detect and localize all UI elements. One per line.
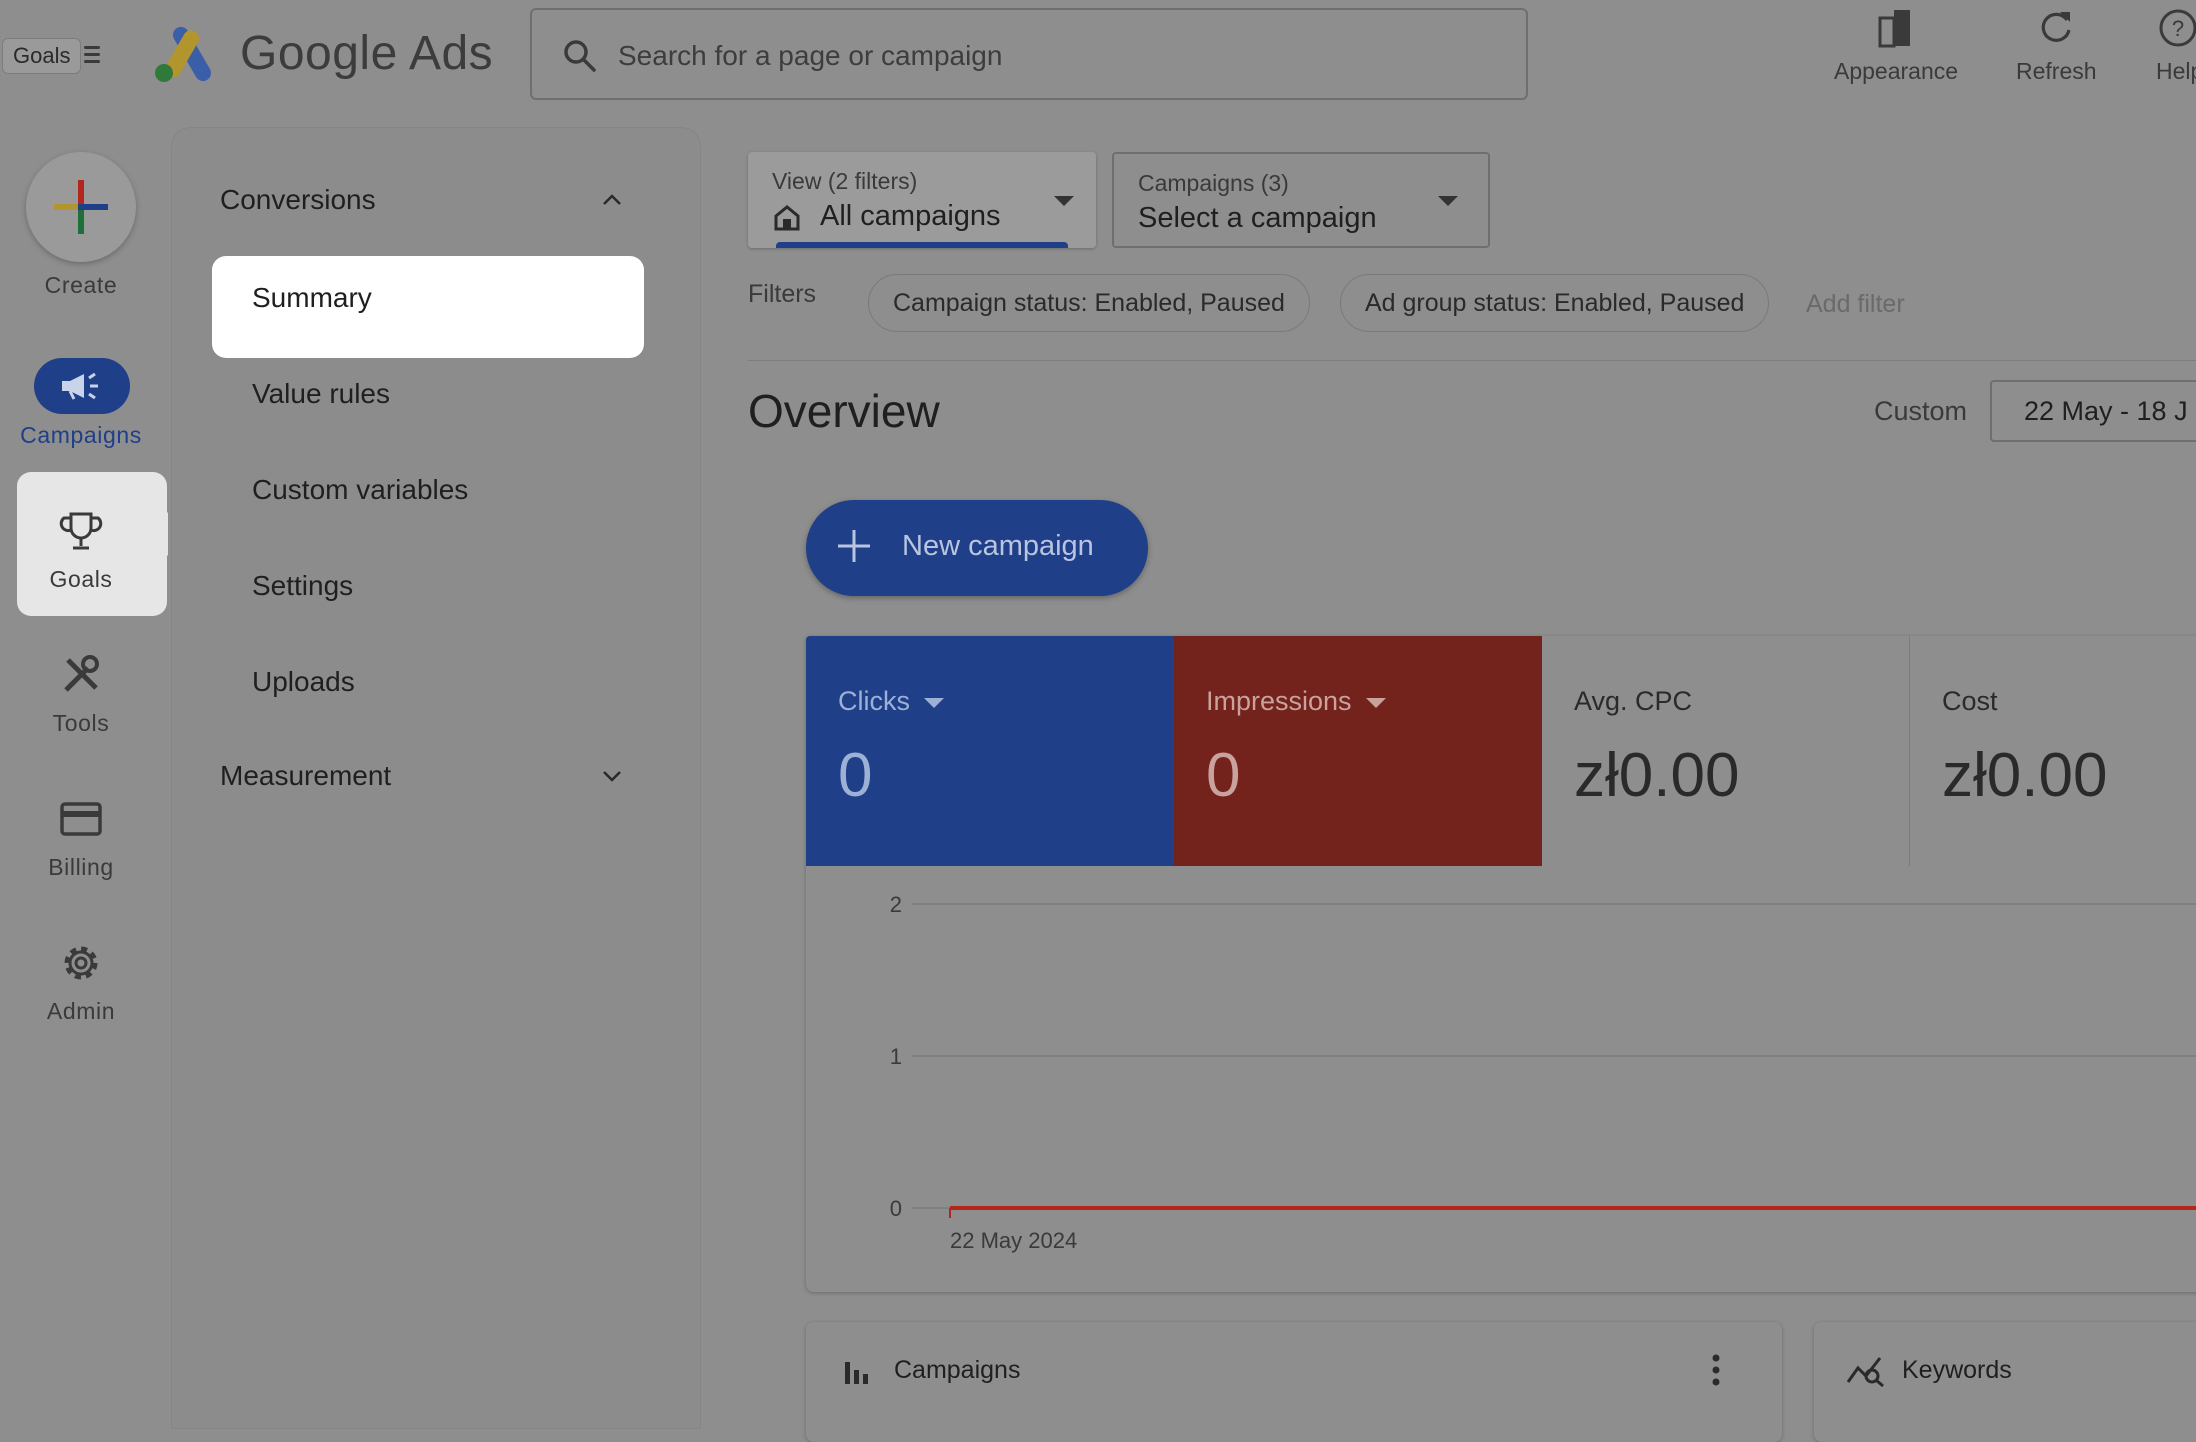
- metric-impressions[interactable]: Impressions 0: [1174, 636, 1542, 866]
- divider: [748, 360, 2196, 361]
- view-filter-value: All campaigns: [820, 200, 1001, 232]
- search-box[interactable]: [530, 8, 1528, 100]
- metric-value: zł0.00: [1942, 741, 2108, 810]
- billing-icon: [60, 802, 102, 836]
- chevron-down-icon[interactable]: [600, 764, 624, 788]
- brand-name: Google Ads: [240, 27, 494, 80]
- metric-label: Impressions: [1206, 686, 1386, 717]
- help-icon: ?: [2159, 9, 2196, 47]
- more-vert-icon[interactable]: [1706, 1352, 1726, 1392]
- nav-item-value-rules[interactable]: Value rules: [252, 378, 390, 410]
- nav-item-settings[interactable]: Settings: [252, 570, 353, 602]
- help-label: Help: [2156, 58, 2196, 84]
- appearance-icon: [1878, 10, 1911, 48]
- active-indicator: [146, 512, 168, 556]
- help-button[interactable]: ? Help: [2156, 6, 2196, 85]
- new-campaign-button[interactable]: New campaign: [806, 500, 1148, 596]
- nav-item-summary[interactable]: Summary: [252, 282, 372, 314]
- campaigns-nav-button[interactable]: [34, 358, 130, 414]
- campaigns-label: Campaigns: [20, 422, 142, 448]
- admin-label[interactable]: Admin: [6, 998, 156, 1025]
- dropdown-arrow-icon: [1054, 196, 1074, 206]
- filter-chip-ad-group-status[interactable]: Ad group status: Enabled, Paused: [1340, 274, 1770, 332]
- conversions-header[interactable]: Conversions: [220, 184, 376, 216]
- refresh-button[interactable]: Refresh: [2016, 6, 2097, 85]
- y-tick-label: 2: [890, 892, 902, 917]
- refresh-label: Refresh: [2016, 58, 2097, 84]
- tooltip: Goals: [2, 38, 82, 74]
- date-range-type: Custom: [1874, 396, 1968, 426]
- metric-label: Cost: [1942, 686, 1998, 716]
- performance-chart: 2 1 0 22 May 2024: [890, 892, 2196, 1253]
- metric-label: Avg. CPC: [1574, 686, 1693, 716]
- tools-icon: [64, 655, 99, 692]
- metric-label: Clicks: [838, 686, 944, 717]
- y-tick-label: 0: [890, 1196, 902, 1221]
- measurement-header[interactable]: Measurement: [220, 760, 391, 792]
- new-campaign-label: New campaign: [902, 530, 1094, 562]
- keyword-search-icon: [1846, 1357, 1884, 1388]
- campaigns-card-title: Campaigns: [894, 1356, 1021, 1384]
- plus-icon: [838, 530, 870, 562]
- nav-item-custom-variables[interactable]: Custom variables: [252, 474, 468, 506]
- keywords-card: Keywords: [1814, 1322, 2196, 1442]
- appearance-button[interactable]: Appearance: [1834, 6, 1958, 85]
- campaign-select-value: Select a campaign: [1138, 202, 1377, 234]
- search-icon: [564, 40, 596, 72]
- filters-label: Filters: [748, 280, 817, 308]
- caret-down-icon: [924, 697, 944, 708]
- date-range-picker[interactable]: 22 May - 18 J: [1990, 380, 2196, 442]
- view-filter-dropdown[interactable]: View (2 filters) All campaigns: [748, 152, 1096, 248]
- refresh-icon: [2041, 12, 2071, 42]
- keywords-card-title: Keywords: [1902, 1356, 2012, 1384]
- view-filter-label: View (2 filters): [772, 168, 918, 194]
- y-tick-label: 1: [890, 1044, 902, 1069]
- billing-label[interactable]: Billing: [6, 854, 156, 881]
- campaign-select-dropdown[interactable]: Campaigns (3) Select a campaign: [1112, 152, 1490, 248]
- campaigns-card: Campaigns: [806, 1322, 1782, 1442]
- metric-cost[interactable]: Cost zł0.00: [1910, 636, 2196, 866]
- appearance-label: Appearance: [1834, 58, 1959, 84]
- chevron-up-icon[interactable]: [600, 188, 624, 212]
- trophy-icon: [59, 512, 103, 550]
- campaign-select-label: Campaigns (3): [1138, 170, 1289, 196]
- campaigns-home-icon: [774, 205, 800, 231]
- metric-value: 0: [838, 741, 873, 810]
- selected-underline: [776, 242, 1068, 248]
- metric-clicks[interactable]: Clicks 0: [806, 636, 1174, 866]
- metric-avg-cpc[interactable]: Avg. CPC zł0.00: [1542, 636, 1910, 866]
- nav-item-uploads[interactable]: Uploads: [252, 666, 355, 698]
- goals-label: Goals: [49, 566, 113, 592]
- tools-label[interactable]: Tools: [6, 710, 156, 737]
- add-filter-button[interactable]: Add filter: [1806, 290, 1905, 319]
- metric-value: 0: [1206, 741, 1241, 810]
- create-button[interactable]: [26, 152, 136, 262]
- google-ads-logo: [155, 26, 211, 82]
- performance-card: Clicks 0 Impressions 0 Avg. CPC zł0.00 C…: [806, 636, 2196, 1292]
- metric-value: zł0.00: [1574, 741, 1740, 810]
- svg-text:?: ?: [2172, 16, 2184, 41]
- page-title: Overview: [748, 385, 940, 437]
- search-input[interactable]: [616, 32, 1500, 80]
- menu-icon[interactable]: [84, 42, 100, 66]
- dropdown-arrow-icon: [1438, 196, 1458, 206]
- bar-chart-icon: [845, 1362, 868, 1384]
- megaphone-icon: [62, 372, 98, 400]
- filter-chip-campaign-status[interactable]: Campaign status: Enabled, Paused: [868, 274, 1310, 332]
- caret-down-icon: [1365, 697, 1386, 708]
- create-label: Create: [44, 272, 118, 298]
- plus-icon: [54, 180, 108, 234]
- gear-icon: [64, 946, 98, 980]
- x-tick-label: 22 May 2024: [950, 1228, 1077, 1253]
